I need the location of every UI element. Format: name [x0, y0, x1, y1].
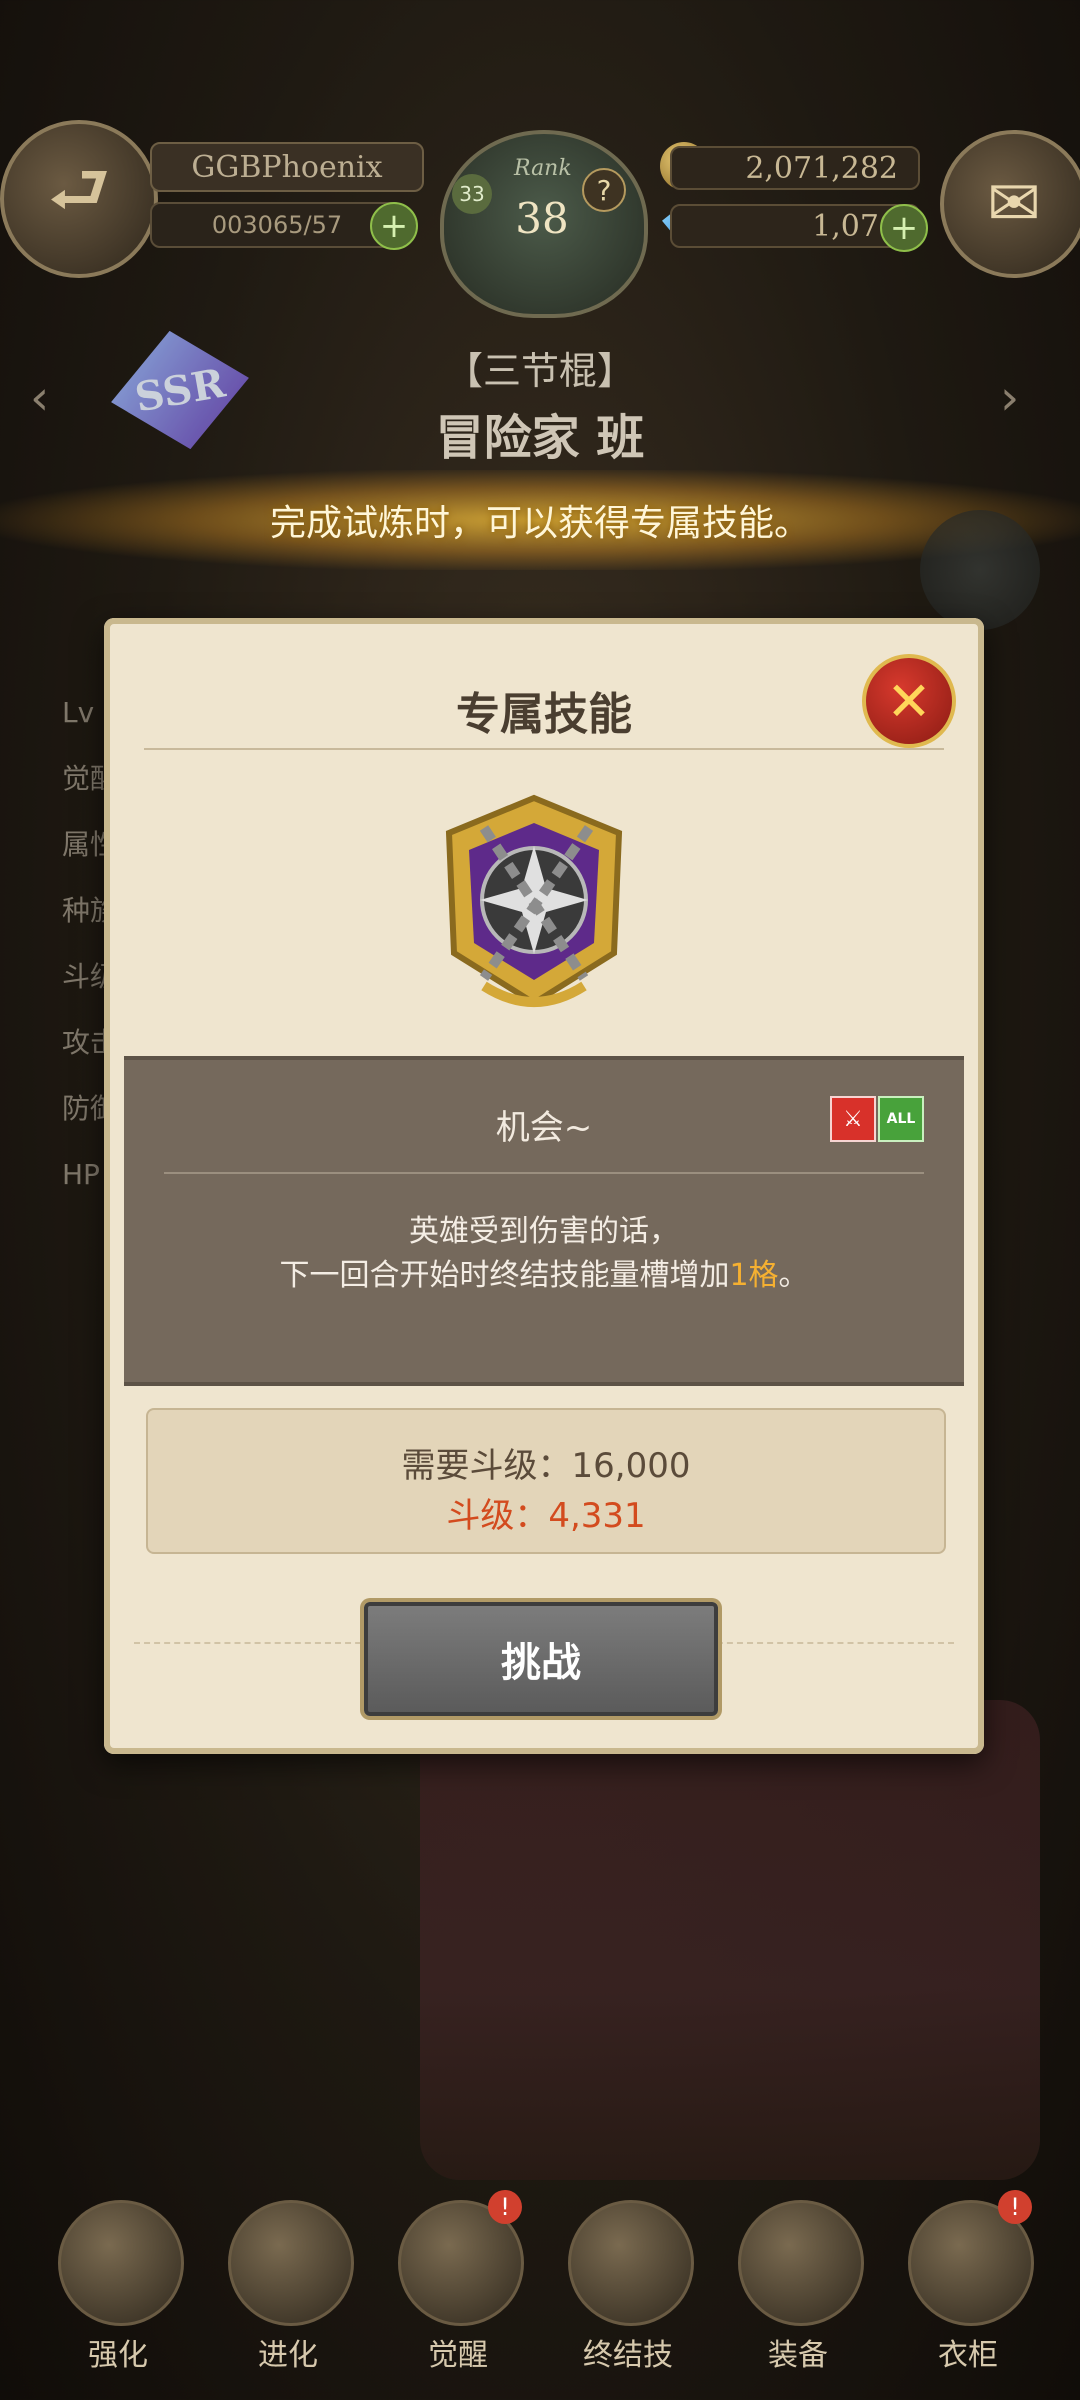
- skill-description: 英雄受到伤害的话， 下一回合开始时终结技能量槽增加1格。: [124, 1210, 964, 1298]
- requirement-box: 需要斗级：16,000 斗级：4,331: [146, 1408, 946, 1554]
- mail-icon: ✉: [987, 167, 1041, 241]
- equipment-icon: [738, 2200, 864, 2326]
- back-button[interactable]: ⮐: [0, 120, 158, 278]
- rank-label: Rank: [514, 156, 572, 181]
- alert-badge-icon: !: [488, 2190, 522, 2224]
- alert-badge-icon: !: [998, 2190, 1032, 2224]
- nav-label: 终结技: [583, 2338, 673, 2373]
- nav-label: 觉醒: [428, 2338, 488, 2373]
- help-icon[interactable]: ?: [582, 168, 626, 212]
- side-emblem-icon: [920, 510, 1040, 630]
- add-stamina-button[interactable]: +: [370, 202, 418, 250]
- enhance-icon: [58, 2200, 184, 2326]
- hero-name: 冒险家 班: [435, 410, 645, 466]
- desc-line-2: 下一回合开始时终结技能量槽增加1格。: [124, 1254, 964, 1298]
- panel-divider: [164, 1172, 924, 1174]
- nav-evolve[interactable]: 进化: [218, 2180, 358, 2380]
- top-bar: ⮐ GGBPhoenix 003065/57 + 33 Rank 38 ? 2,…: [0, 110, 1080, 318]
- rank-level-badge: 33: [452, 174, 492, 214]
- bottom-navigation: 强化 进化 ! 觉醒 终结技 装备 ! 衣柜: [0, 2180, 1080, 2400]
- weapon-title: 【三节棍】: [444, 349, 635, 393]
- required-level: 需要斗级：16,000: [401, 1446, 691, 1486]
- desc-line-1: 英雄受到伤害的话，: [409, 1214, 679, 1249]
- player-name: GGBPhoenix: [150, 142, 424, 192]
- nav-ultimate[interactable]: 终结技: [558, 2180, 698, 2380]
- ultimate-icon: [568, 2200, 694, 2326]
- close-button[interactable]: ✕: [862, 654, 956, 748]
- skill-info-panel: 机会~ ⚔ ALL 英雄受到伤害的话， 下一回合开始时终结技能量槽增加1格。: [124, 1056, 964, 1386]
- skill-emblem-icon: [445, 794, 623, 1007]
- nav-label: 强化: [88, 2338, 148, 2373]
- nav-enhance[interactable]: 强化: [48, 2180, 188, 2380]
- evolve-icon: [228, 2200, 354, 2326]
- nav-label: 衣柜: [938, 2338, 998, 2373]
- close-icon: ✕: [886, 669, 932, 733]
- exclusive-skill-modal: 专属技能 ✕ 机会~ ⚔ ALL 英雄受到伤害的话， 下一回合开始时终结技能量槽…: [104, 618, 984, 1754]
- stamina-counter: 003065/57: [150, 202, 404, 248]
- nav-wardrobe[interactable]: ! 衣柜: [898, 2180, 1038, 2380]
- rank-emblem[interactable]: 33 Rank 38 ?: [440, 130, 648, 318]
- desc-highlight: 1格: [729, 1258, 779, 1293]
- nav-label: 进化: [258, 2338, 318, 2373]
- hero-character-figure: [420, 1700, 1040, 2180]
- gold-counter: 2,071,282: [670, 146, 920, 190]
- modal-title: 专属技能: [456, 689, 632, 740]
- target-all-tag: ALL: [878, 1096, 924, 1142]
- trial-banner: 完成试炼时，可以获得专属技能。: [0, 470, 1080, 570]
- nav-label: 装备: [768, 2338, 828, 2373]
- rank-value: 38: [515, 194, 569, 243]
- desc-line-2-text: 下一回合开始时终结技能量槽增加: [279, 1258, 730, 1293]
- nav-equipment[interactable]: 装备: [728, 2180, 868, 2380]
- add-gems-button[interactable]: +: [880, 204, 928, 252]
- challenge-button[interactable]: 挑战: [364, 1602, 718, 1716]
- damage-trigger-icon: ⚔: [830, 1096, 876, 1142]
- current-level: 斗级：4,331: [446, 1496, 646, 1536]
- nav-awaken[interactable]: ! 觉醒: [388, 2180, 528, 2380]
- desc-line-2-end: 。: [778, 1258, 809, 1293]
- back-arrow-icon: ⮐: [47, 148, 111, 231]
- title-divider: [144, 748, 944, 750]
- mail-button[interactable]: ✉: [940, 130, 1080, 278]
